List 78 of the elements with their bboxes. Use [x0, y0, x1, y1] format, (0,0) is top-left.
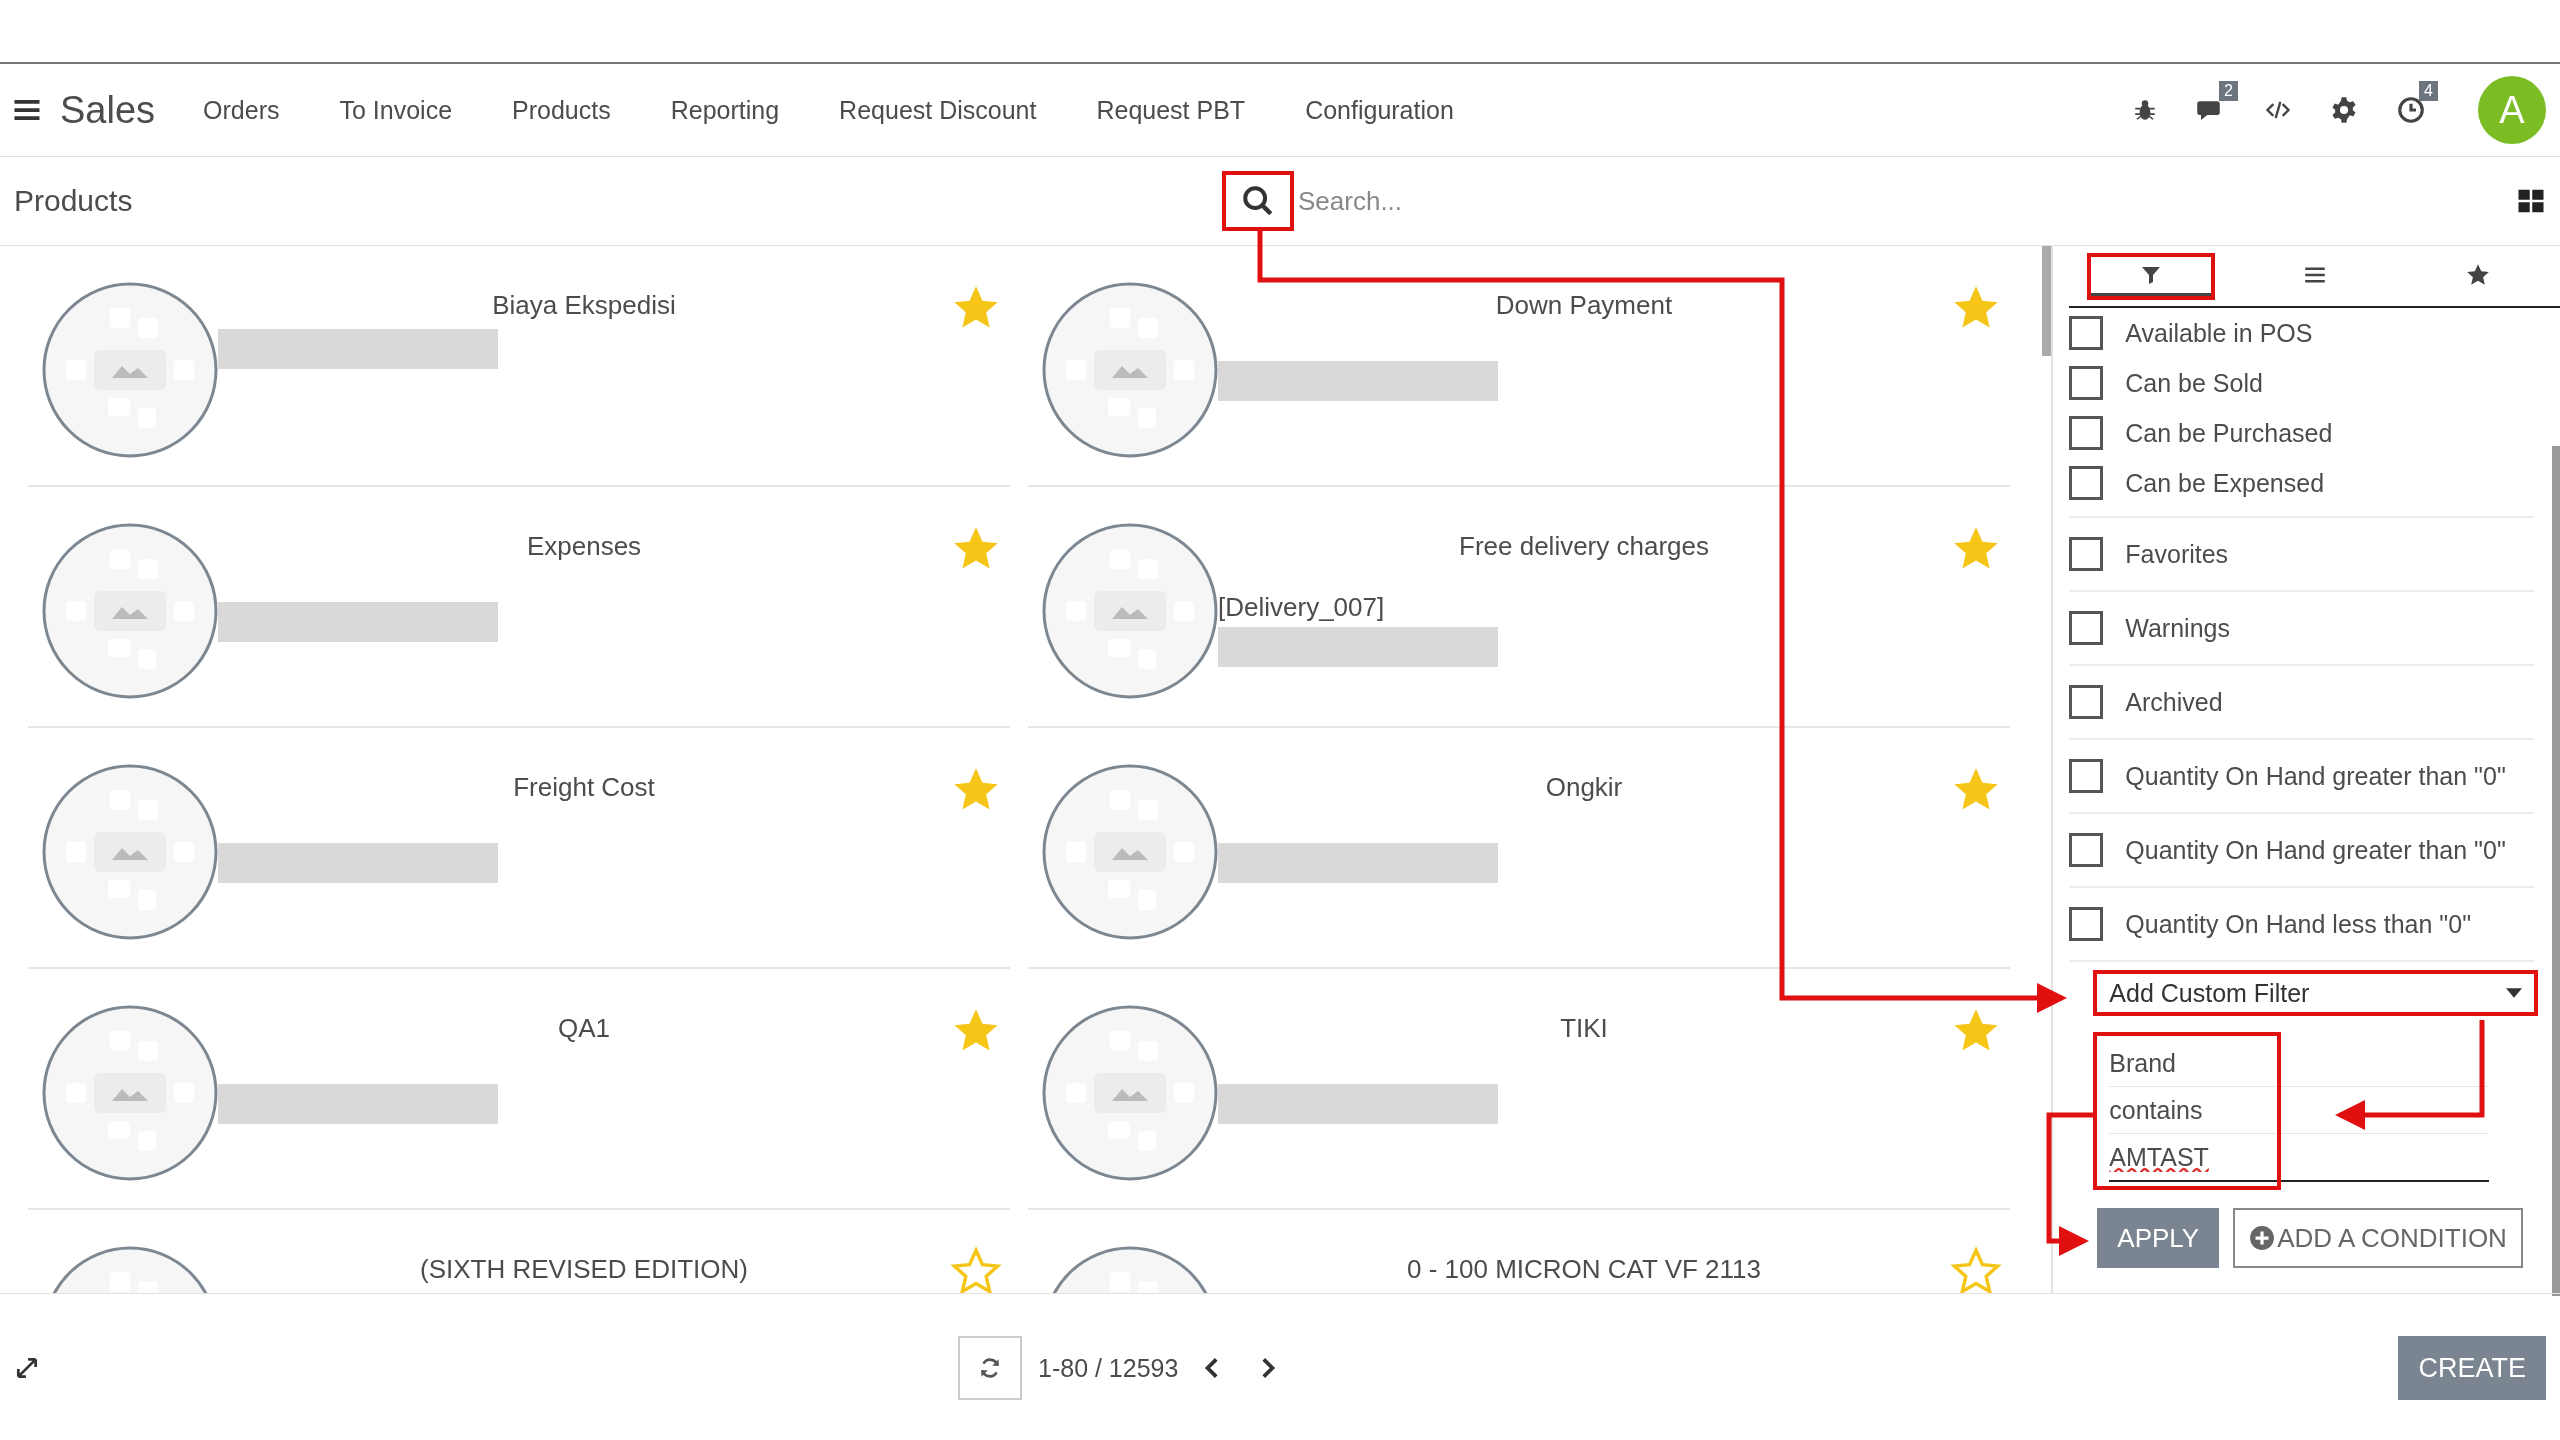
- favorite-star-icon[interactable]: [1950, 1246, 2002, 1293]
- filter-option[interactable]: Quantity On Hand greater than "0": [2069, 748, 2534, 804]
- checkbox[interactable]: [2069, 907, 2104, 941]
- caret-icon[interactable]: [2506, 988, 2522, 998]
- image-placeholder-icon: [42, 523, 218, 699]
- filter-option[interactable]: Favorites: [2069, 526, 2534, 582]
- count-badge: 4: [2419, 81, 2438, 101]
- product-card[interactable]: Down Payment: [1028, 246, 2010, 487]
- search-icon[interactable]: [1241, 184, 1275, 218]
- filter-option[interactable]: Archived: [2069, 674, 2534, 730]
- menu-item[interactable]: Configuration: [1275, 85, 1484, 135]
- product-card[interactable]: Expenses: [28, 487, 1010, 728]
- filter-option[interactable]: Can be Purchased: [2069, 408, 2534, 458]
- page-title: Products: [14, 184, 134, 218]
- product-name: Expenses: [526, 531, 642, 562]
- scrollbar-thumb[interactable]: [2552, 446, 2560, 1296]
- bug-icon[interactable]: [2132, 97, 2158, 123]
- image-placeholder-icon: [1042, 523, 1218, 699]
- product-name: Free delivery charges: [1459, 531, 1709, 562]
- filter-option[interactable]: Available in POS: [2069, 308, 2534, 358]
- product-card[interactable]: Freight Cost: [28, 728, 1010, 969]
- product-card[interactable]: QA1: [28, 969, 1010, 1210]
- app-name[interactable]: Sales: [60, 88, 156, 132]
- menu-item[interactable]: Orders: [173, 85, 310, 135]
- image-placeholder-icon: [42, 764, 218, 940]
- menu-item[interactable]: Reporting: [640, 85, 810, 135]
- filter-option[interactable]: Warnings: [2069, 600, 2534, 656]
- product-name: QA1: [558, 1013, 610, 1044]
- filter-option[interactable]: Quantity On Hand greater than "0": [2069, 822, 2534, 878]
- product-name: 0 - 100 MICRON CAT VF 2113: [1407, 1254, 1761, 1285]
- create-button[interactable]: CREATE: [2398, 1336, 2546, 1400]
- product-name: (SIXTH REVISED EDITION): [420, 1254, 748, 1285]
- product-name: Biaya Ekspedisi: [492, 290, 676, 321]
- image-placeholder-icon: [1042, 1005, 1218, 1181]
- product-card[interactable]: Free delivery charges [Delivery_007]: [1028, 487, 2010, 728]
- condition-value-field[interactable]: AMTAST: [2109, 1134, 2490, 1182]
- menu-item[interactable]: To Invoice: [309, 85, 483, 135]
- checkbox[interactable]: [2069, 366, 2104, 400]
- filter-option[interactable]: Quantity On Hand less than "0": [2069, 896, 2534, 952]
- product-card[interactable]: Biaya Ekspedisi: [28, 246, 1010, 487]
- image-placeholder-icon: [42, 282, 218, 458]
- menu-item[interactable]: Products: [482, 85, 641, 135]
- checkbox[interactable]: [2069, 537, 2104, 571]
- menu-item[interactable]: Request PBT: [1066, 85, 1276, 135]
- scrollbar-thumb[interactable]: [2042, 246, 2052, 356]
- checkbox[interactable]: [2069, 416, 2104, 450]
- product-name: TIKI: [1560, 1013, 1608, 1044]
- pager-range: 1-80 / 12593: [1038, 1353, 1179, 1383]
- image-placeholder-icon: [42, 1005, 218, 1181]
- apply-button[interactable]: APPLY: [2097, 1208, 2220, 1268]
- checkbox[interactable]: [2069, 759, 2104, 793]
- settings-icon[interactable]: [2330, 96, 2358, 124]
- checkbox[interactable]: [2069, 466, 2104, 500]
- filter-option[interactable]: Can be Expensed: [2069, 458, 2534, 508]
- product-name: Down Payment: [1495, 290, 1673, 321]
- count-badge: 2: [2219, 81, 2238, 101]
- refresh-button[interactable]: [958, 1336, 1022, 1400]
- product-card[interactable]: 0 - 100 MICRON CAT VF 2113: [1028, 1210, 2010, 1293]
- condition-field[interactable]: Brand: [2109, 1040, 2490, 1087]
- product-name: Freight Cost: [513, 772, 655, 803]
- checkbox[interactable]: [2069, 316, 2104, 350]
- expand-icon[interactable]: [14, 1355, 40, 1381]
- image-placeholder-icon: [1042, 282, 1218, 458]
- condition-operator[interactable]: contains: [2109, 1087, 2490, 1134]
- plus-circle-icon[interactable]: [2249, 1225, 2276, 1251]
- checkbox[interactable]: [2069, 611, 2104, 645]
- product-card[interactable]: Ongkir: [1028, 728, 2010, 969]
- product-card[interactable]: TIKI: [1028, 969, 2010, 1210]
- clock-icon[interactable]: [2396, 95, 2426, 125]
- filter-option[interactable]: Can be Sold: [2069, 358, 2534, 408]
- favorite-star-icon[interactable]: [950, 1246, 1002, 1293]
- product-name: Ongkir: [1545, 772, 1623, 803]
- product-reference: [Delivery_007]: [1218, 592, 1386, 623]
- image-placeholder-icon: [1042, 764, 1218, 940]
- add-condition-button[interactable]: ADD A CONDITION: [2233, 1208, 2523, 1268]
- checkbox[interactable]: [2069, 685, 2104, 719]
- menu-item[interactable]: Request Discount: [809, 85, 1067, 135]
- checkbox[interactable]: [2069, 833, 2104, 867]
